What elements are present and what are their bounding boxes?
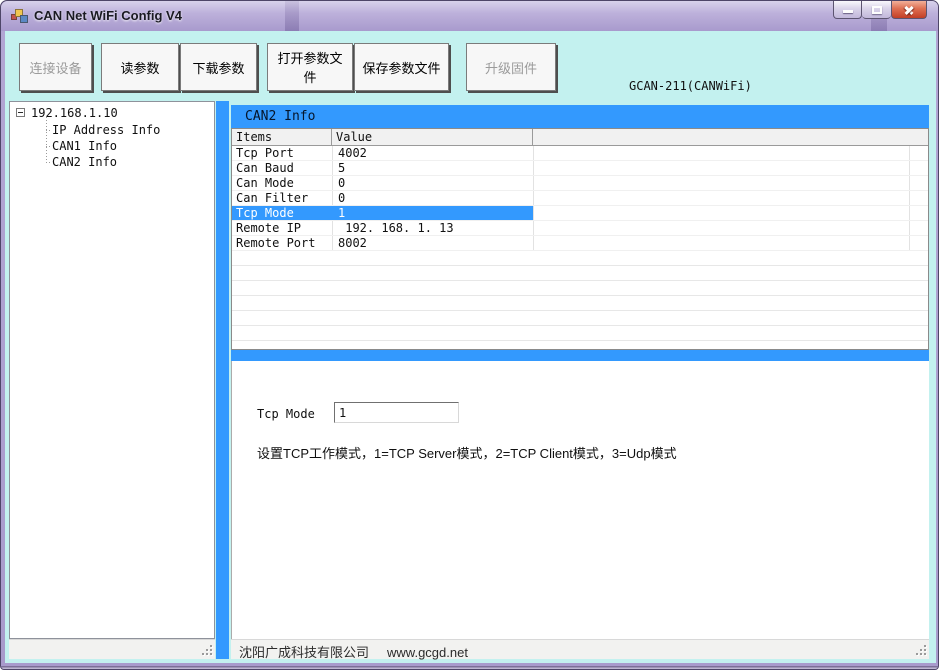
table-row-can-mode[interactable]: Can Mode 0 [232,176,928,191]
app-window: CAN Net WiFi Config V4 连接设备 读参数 下载参数 打开参… [0,0,939,670]
parameter-table: Items Value Tcp Port 4002 Can Baud 5 Can… [231,128,929,350]
column-header-items[interactable]: Items [232,129,332,145]
tree-root-label[interactable]: 192.168.1.10 [31,106,118,120]
tree-node-can2-info[interactable]: CAN2 Info [52,155,117,170]
vertical-splitter[interactable] [216,101,229,659]
panel-header: CAN2 Info [231,105,929,128]
cell-value[interactable]: 8002 [332,236,533,250]
cell-item[interactable]: Can Baud [232,161,332,175]
close-button[interactable] [891,1,927,19]
save-param-file-button[interactable]: 保存参数文件 [354,43,449,91]
editor-panel: Tcp Mode 设置TCP工作模式，1=TCP Server模式，2=TCP … [231,361,929,639]
table-row-can-filter[interactable]: Can Filter 0 [232,191,928,206]
tree-connector-line [46,117,47,162]
cell-value[interactable]: 4002 [332,146,533,160]
maximize-button[interactable] [862,1,891,19]
table-row-remote-ip[interactable]: Remote IP 192. 168. 1. 13 [232,221,928,236]
device-tree: 192.168.1.10 IP Address Info CAN1 Info C… [9,101,215,639]
upgrade-firmware-button[interactable]: 升级固件 [466,43,556,91]
cell-item[interactable]: Tcp Port [232,146,332,160]
statusbar: 沈阳广成科技有限公司 www.gcgd.net [231,639,929,659]
cell-value[interactable]: 0 [332,176,533,190]
tree-node-root[interactable]: 192.168.1.10 [10,106,214,121]
resize-grip-icon[interactable] [200,643,213,656]
cell-value[interactable]: 0 [332,191,533,205]
tcp-mode-input[interactable] [334,402,459,423]
app-icon [11,8,29,24]
column-header-value[interactable]: Value [332,129,533,145]
cell-value[interactable]: 1 [332,206,533,220]
empty-grid-rows [232,251,928,349]
table-row-tcp-port[interactable]: Tcp Port 4002 [232,146,928,161]
maximize-icon [872,6,882,14]
cell-item[interactable]: Remote Port [232,236,332,250]
horizontal-splitter[interactable] [231,350,929,361]
table-row-can-baud[interactable]: Can Baud 5 [232,161,928,176]
table-row-tcp-mode-selected[interactable]: Tcp Mode 1 [232,206,928,221]
left-status-strip [9,639,215,659]
window-title: CAN Net WiFi Config V4 [34,8,182,23]
cell-value[interactable]: 5 [332,161,533,175]
company-name: 沈阳广成科技有限公司 [239,645,369,660]
collapse-expander-icon[interactable] [16,108,25,117]
website-link[interactable]: www.gcgd.net [387,645,468,660]
cell-item[interactable]: Can Mode [232,176,332,190]
device-model: GCAN-211(CANWiFi) [629,79,774,94]
tree-node-ip-address-info[interactable]: IP Address Info [52,123,160,138]
titlebar-glass-streak [285,1,299,31]
connect-device-button[interactable]: 连接设备 [19,43,92,91]
minimize-icon [843,10,853,13]
status-text: 沈阳广成科技有限公司 www.gcgd.net [239,642,468,661]
resize-grip-icon[interactable] [914,643,927,656]
titlebar[interactable]: CAN Net WiFi Config V4 [1,1,939,31]
tree-node-can1-info[interactable]: CAN1 Info [52,139,117,154]
tcp-mode-description: 设置TCP工作模式，1=TCP Server模式，2=TCP Client模式，… [257,443,677,462]
cell-item[interactable]: Tcp Mode [232,206,332,220]
window-bottom-border [1,666,939,669]
open-param-file-button[interactable]: 打开参数文件 [267,43,353,91]
read-params-button[interactable]: 读参数 [101,43,179,91]
table-row-remote-port[interactable]: Remote Port 8002 [232,236,928,251]
window-controls [833,1,927,19]
cell-item[interactable]: Can Filter [232,191,332,205]
download-params-button[interactable]: 下载参数 [180,43,257,91]
cell-item[interactable]: Remote IP [232,221,332,235]
minimize-button[interactable] [833,1,862,19]
close-icon [903,4,915,16]
tcp-mode-label: Tcp Mode [257,407,315,421]
table-header-row: Items Value [232,129,928,146]
cell-value[interactable]: 192. 168. 1. 13 [332,221,533,235]
